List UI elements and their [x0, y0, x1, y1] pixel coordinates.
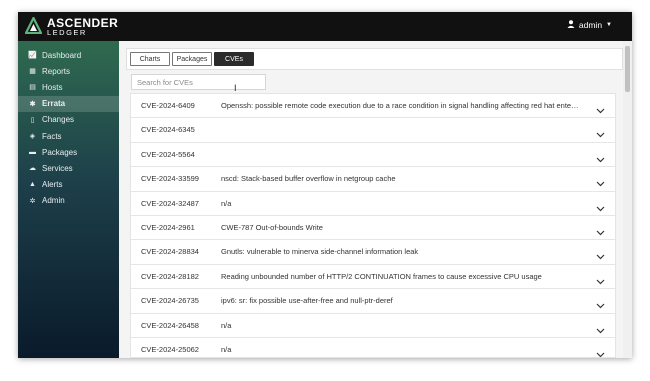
caret-down-icon: ▼: [606, 22, 612, 28]
sidebar-item-reports[interactable]: ▦ Reports: [18, 63, 119, 79]
tab-label: CVEs: [225, 55, 243, 63]
tab-cves[interactable]: CVEs: [214, 52, 254, 66]
cve-row[interactable]: CVE-2024-6345: [131, 118, 615, 143]
cve-description: n/a: [221, 344, 232, 354]
sidebar-item-label: Changes: [42, 115, 75, 125]
cve-id: CVE-2024-2961: [141, 222, 195, 232]
tab-label: Charts: [139, 55, 161, 63]
sidebar-item-label: Packages: [42, 147, 78, 157]
sidebar-item-packages[interactable]: ▬ Packages: [18, 144, 119, 160]
cve-id: CVE-2024-28834: [141, 247, 199, 257]
file-icon: ▯: [30, 116, 35, 124]
sidebar-item-errata[interactable]: ✱ Errata: [18, 95, 119, 112]
cve-row[interactable]: CVE-2024-6409 Openssh: possible remote co…: [131, 94, 615, 119]
scrollbar-thumb[interactable]: [625, 46, 630, 92]
user-menu[interactable]: admin ▼: [567, 20, 612, 30]
sidebar-item-changes[interactable]: ▯ Changes: [18, 112, 119, 128]
server-icon: ▤: [29, 84, 36, 92]
app-logo[interactable]: ASCENDER LEDGER: [25, 16, 118, 38]
user-name: admin: [578, 20, 603, 30]
sidebar-item-label: Admin: [42, 196, 65, 206]
chevron-down-icon[interactable]: [596, 223, 605, 241]
search-input[interactable]: [131, 74, 266, 90]
sidebar-item-alerts[interactable]: ▲ Alerts: [18, 177, 119, 193]
sidebar-item-dashboard[interactable]: 📈 Dashboard: [18, 47, 119, 63]
sidebar-item-facts[interactable]: ◈ Facts: [18, 128, 119, 144]
cve-description: CWE-787 Out-of-bounds Write: [221, 222, 323, 232]
bell-icon: ▲: [29, 181, 36, 189]
tab-packages[interactable]: Packages: [172, 52, 212, 66]
cve-id: CVE-2024-26735: [141, 296, 199, 306]
cve-row[interactable]: CVE-2024-26735 ipv6: sr: fix possible use…: [131, 289, 615, 314]
cve-id: CVE-2024-28182: [141, 271, 199, 281]
cve-description: Openssh: possible remote code execution …: [221, 101, 581, 110]
cve-id: CVE-2024-6345: [141, 125, 195, 135]
gear-icon: ✲: [29, 197, 36, 205]
chevron-down-icon[interactable]: [596, 247, 605, 265]
tab-charts[interactable]: Charts: [130, 52, 170, 66]
sidebar-item-admin[interactable]: ✲ Admin: [18, 193, 119, 209]
cve-row[interactable]: CVE-2024-2961 CWE-787 Out-of-bounds Write: [131, 216, 615, 241]
tab-label: Packages: [176, 55, 208, 63]
sidebar-item-label: Hosts: [42, 82, 63, 92]
cve-row[interactable]: CVE-2024-5564: [131, 143, 615, 168]
logo-mark-icon: [25, 17, 42, 34]
sidebar: 📈 Dashboard ▦ Reports ▤ Hosts ✱ Errata ▯…: [18, 41, 119, 358]
cve-row[interactable]: CVE-2024-25062 n/a: [131, 338, 615, 357]
chevron-down-icon[interactable]: [596, 296, 605, 314]
main-content: Charts Packages CVEs I CVE-2024-6409 Open…: [119, 41, 632, 358]
cube-icon: ◈: [29, 133, 36, 141]
table-icon: ▦: [29, 68, 36, 76]
chevron-down-icon[interactable]: [596, 125, 605, 143]
chevron-down-icon[interactable]: [596, 150, 605, 168]
bug-icon: ✱: [29, 100, 36, 108]
chevron-down-icon[interactable]: [596, 174, 605, 192]
cve-id: CVE-2024-32487: [141, 198, 199, 208]
cloud-icon: ☁: [29, 165, 36, 173]
cve-row[interactable]: CVE-2024-33599 nscd: Stack-based buffer o…: [131, 167, 615, 192]
cve-description: Reading unbounded number of HTTP/2 CONTI…: [221, 271, 542, 281]
sidebar-item-label: Reports: [42, 66, 71, 76]
cve-id: CVE-2024-6409: [141, 101, 195, 110]
sidebar-item-services[interactable]: ☁ Services: [18, 160, 119, 176]
cve-row[interactable]: CVE-2024-32487 n/a: [131, 192, 615, 216]
tab-bar: Charts Packages CVEs: [126, 48, 623, 70]
text-cursor-icon: I: [234, 83, 237, 93]
chevron-down-icon[interactable]: [596, 272, 605, 290]
logo-subtitle: LEDGER: [47, 28, 87, 37]
cve-row[interactable]: CVE-2024-28182 Reading unbounded number o…: [131, 265, 615, 290]
cve-id: CVE-2024-26458: [141, 320, 199, 330]
chart-icon: 📈: [28, 52, 37, 60]
chevron-down-icon[interactable]: [596, 321, 605, 339]
app-window: ASCENDER LEDGER admin ▼ 📈 Dashboard ▦ Re…: [18, 12, 632, 358]
cve-description: Gnutls: vulnerable to minerva side-chann…: [221, 247, 419, 257]
chevron-down-icon[interactable]: [596, 101, 605, 119]
scrollbar[interactable]: [623, 41, 632, 358]
top-bar: ASCENDER LEDGER admin ▼: [18, 12, 632, 41]
sidebar-item-label: Dashboard: [42, 50, 82, 60]
sidebar-item-hosts[interactable]: ▤ Hosts: [18, 79, 119, 95]
chevron-down-icon[interactable]: [596, 345, 605, 357]
cve-id: CVE-2024-33599: [141, 174, 199, 184]
cve-row[interactable]: CVE-2024-26458 n/a: [131, 314, 615, 338]
sidebar-item-label: Errata: [42, 99, 66, 109]
cve-list: CVE-2024-6409 Openssh: possible remote co…: [130, 93, 616, 358]
chevron-down-icon[interactable]: [596, 199, 605, 217]
user-icon: [567, 20, 575, 30]
package-icon: ▬: [29, 148, 36, 156]
cve-id: CVE-2024-5564: [141, 149, 195, 159]
cve-description: ipv6: sr: fix possible use-after-free an…: [221, 296, 393, 306]
sidebar-item-label: Services: [42, 163, 73, 173]
cve-description: n/a: [221, 198, 232, 208]
cve-description: nscd: Stack-based buffer overflow in net…: [221, 174, 396, 184]
cve-row[interactable]: CVE-2024-28834 Gnutls: vulnerable to mine…: [131, 240, 615, 265]
cve-id: CVE-2024-25062: [141, 344, 199, 354]
cve-description: n/a: [221, 320, 232, 330]
sidebar-item-label: Facts: [42, 131, 62, 141]
sidebar-nav: 📈 Dashboard ▦ Reports ▤ Hosts ✱ Errata ▯…: [18, 47, 119, 209]
sidebar-item-label: Alerts: [42, 180, 63, 190]
